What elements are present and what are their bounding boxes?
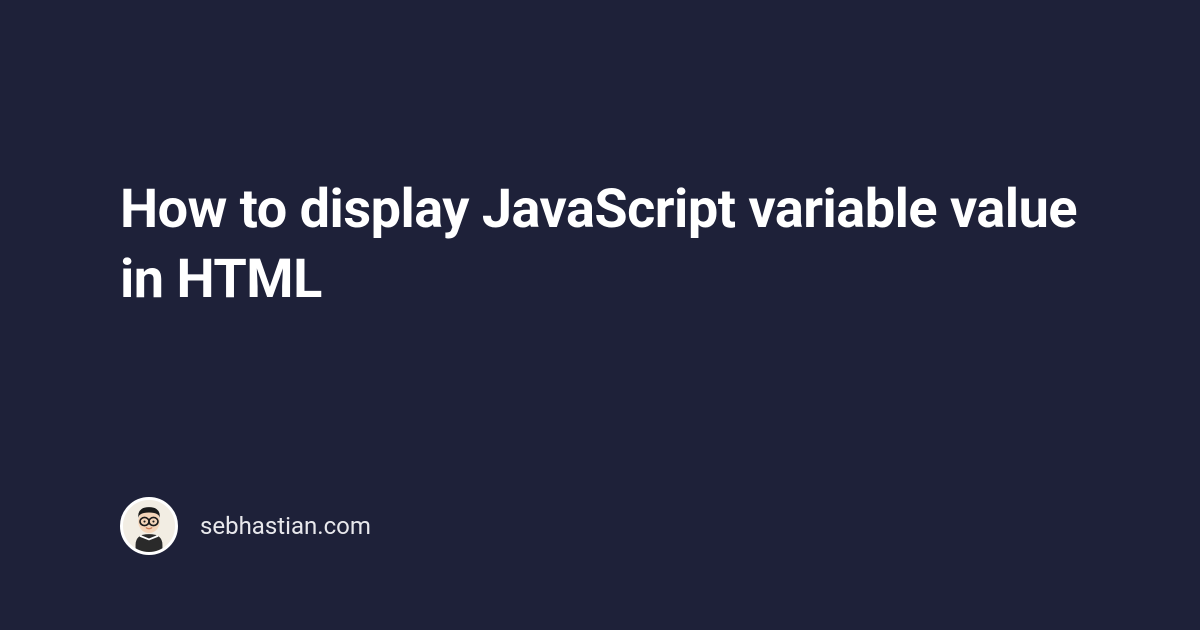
footer: sebhastian.com <box>120 497 371 555</box>
author-avatar <box>120 497 178 555</box>
site-name: sebhastian.com <box>200 512 371 540</box>
avatar-illustration <box>123 500 175 552</box>
article-title: How to display JavaScript variable value… <box>120 175 1080 315</box>
